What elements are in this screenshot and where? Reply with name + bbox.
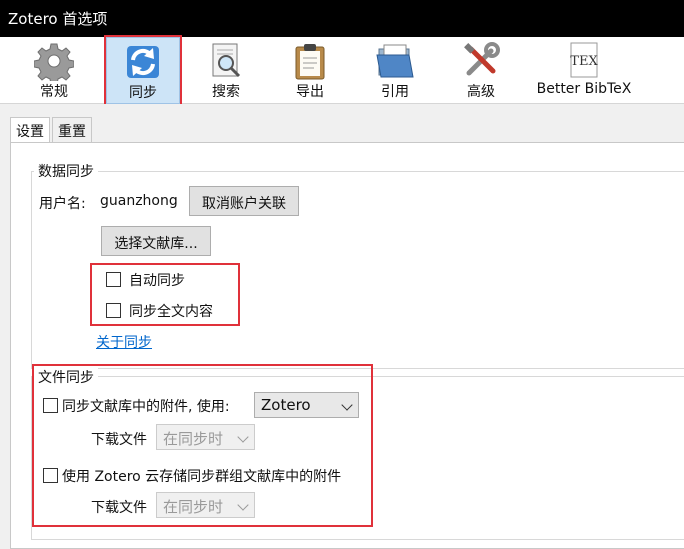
choose-library-button[interactable]: 选择文献库... — [101, 226, 211, 256]
toolbar-tab-label: 高级 — [467, 84, 495, 100]
toolbar-tab-label: 常规 — [40, 84, 68, 100]
toolbar-tab-label: Better BibTeX — [536, 81, 632, 97]
sync-attachments-checkbox[interactable] — [43, 398, 58, 413]
download-files-value: 在同步时 — [163, 430, 224, 448]
download-files-label: 下载文件 — [91, 432, 147, 448]
clipboard-icon — [295, 44, 325, 80]
preferences-toolbar: 常规 同步 搜索 导出 引用 高级 TEX Better BibTeX — [0, 37, 684, 104]
toolbar-tab-cite[interactable]: 引用 — [356, 37, 434, 104]
toolbar-tab-label: 引用 — [381, 84, 409, 100]
toolbar-tab-sync[interactable]: 同步 — [106, 37, 180, 104]
toolbar-tab-general[interactable]: 常规 — [16, 37, 92, 104]
chevron-down-icon — [237, 499, 249, 511]
preferences-content: 设置 重置 数据同步 用户名: guanzhong 取消账户关联 选择文献库..… — [0, 104, 684, 549]
download-files-select[interactable]: 在同步时 — [156, 424, 255, 450]
about-sync-link[interactable]: 关于同步 — [96, 332, 152, 352]
toolbar-tab-advanced[interactable]: 高级 — [442, 37, 520, 104]
toolbar-tab-label: 搜索 — [212, 84, 240, 100]
search-icon — [212, 43, 241, 78]
unlink-account-button[interactable]: 取消账户关联 — [189, 186, 299, 216]
fulltext-sync-label[interactable]: 同步全文内容 — [129, 301, 213, 321]
title-bar: Zotero 首选项 — [0, 0, 684, 37]
folder-icon — [376, 44, 414, 78]
toolbar-tab-better-bibtex[interactable]: TEX Better BibTeX — [528, 37, 640, 104]
subtab-reset[interactable]: 重置 — [52, 117, 92, 143]
toolbar-tab-label: 同步 — [129, 85, 157, 101]
settings-panel: 数据同步 用户名: guanzhong 取消账户关联 选择文献库... 自动同步… — [10, 142, 684, 549]
auto-sync-checkbox[interactable] — [106, 272, 121, 287]
group-sync-label[interactable]: 使用 Zotero 云存储同步群组文献库中的附件 — [62, 466, 341, 486]
gear-icon — [34, 43, 74, 81]
group-download-files-label: 下载文件 — [91, 500, 147, 516]
toolbar-tab-export[interactable]: 导出 — [272, 37, 348, 104]
tex-icon: TEX — [570, 42, 598, 78]
group-download-files-select[interactable]: 在同步时 — [156, 492, 255, 518]
fulltext-sync-checkbox[interactable] — [106, 303, 121, 318]
chevron-down-icon — [341, 399, 353, 411]
username-label: 用户名: — [39, 196, 86, 212]
sync-icon — [127, 46, 159, 78]
window-title: Zotero 首选项 — [8, 10, 108, 28]
toolbar-tab-label: 导出 — [296, 84, 324, 100]
data-sync-group-title: 数据同步 — [34, 161, 98, 181]
tools-icon — [464, 42, 500, 76]
file-sync-group-title: 文件同步 — [34, 367, 98, 387]
group-sync-checkbox[interactable] — [43, 468, 58, 483]
toolbar-tab-search[interactable]: 搜索 — [188, 37, 264, 104]
username-value: guanzhong — [100, 193, 178, 209]
auto-sync-label[interactable]: 自动同步 — [129, 270, 185, 290]
sync-attachments-label[interactable]: 同步文献库中的附件, 使用: — [62, 396, 230, 416]
svg-text:TEX: TEX — [570, 54, 598, 69]
chevron-down-icon — [237, 431, 249, 443]
sync-method-value: Zotero — [261, 396, 311, 414]
group-download-files-value: 在同步时 — [163, 498, 224, 516]
sync-method-select[interactable]: Zotero — [254, 392, 359, 418]
subtab-settings[interactable]: 设置 — [10, 117, 50, 144]
